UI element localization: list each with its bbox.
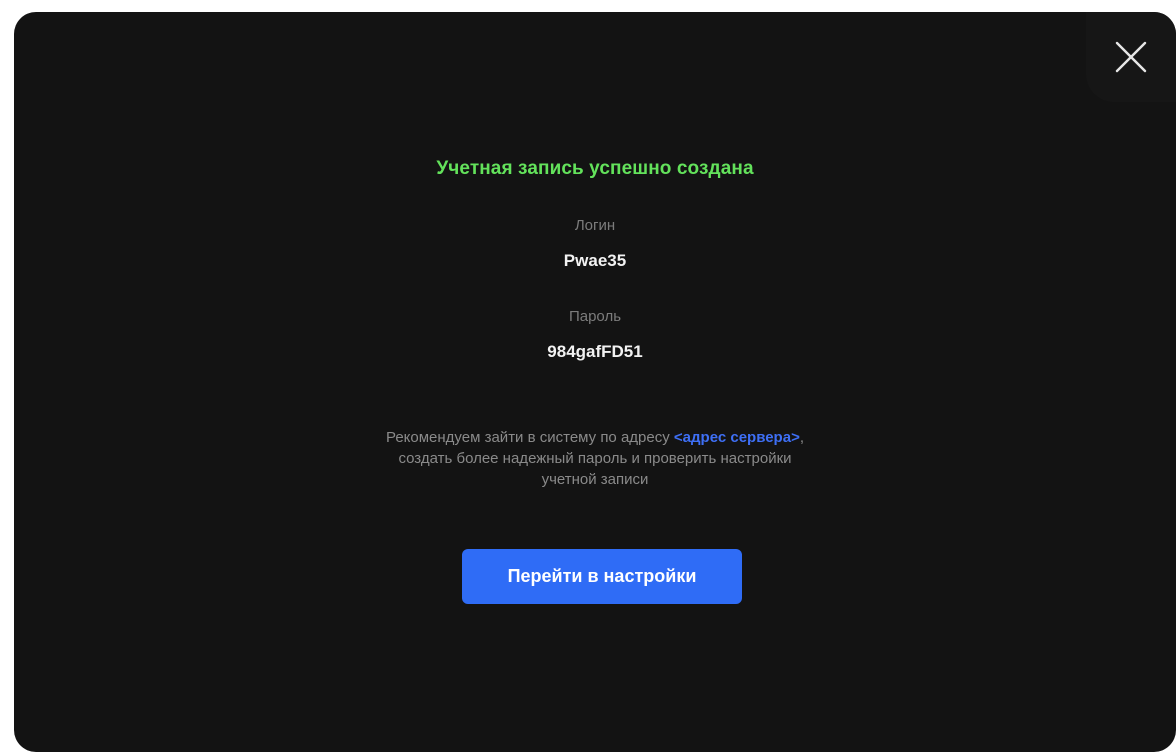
recommendation-line-2: создать более надежный пароль и проверит… — [398, 450, 792, 467]
login-label: Логин — [574, 217, 616, 234]
recommendation-prefix: Рекомендуем зайти в систему по адресу — [385, 429, 674, 446]
recommendation-line-1: Рекомендуем зайти в систему по адресу <а… — [14, 427, 1176, 448]
account-created-dialog: Учетная запись успешно создана Логин Pwa… — [14, 12, 1176, 752]
close-button[interactable] — [1086, 12, 1176, 102]
server-address-link[interactable]: <адрес сервера> — [674, 429, 800, 446]
close-icon — [1115, 41, 1147, 73]
recommendation-text: Рекомендуем зайти в систему по адресу <а… — [14, 427, 1176, 490]
password-value: 984gafFD51 — [547, 342, 643, 361]
recommendation-comma: , — [799, 429, 804, 446]
dialog-title: Учетная запись успешно создана — [436, 158, 754, 179]
password-label: Пароль — [568, 308, 622, 325]
login-value: Pwae35 — [563, 251, 627, 270]
recommendation-line-3: учетной записи — [541, 471, 649, 488]
go-to-settings-button[interactable]: Перейти в настройки — [462, 549, 742, 604]
